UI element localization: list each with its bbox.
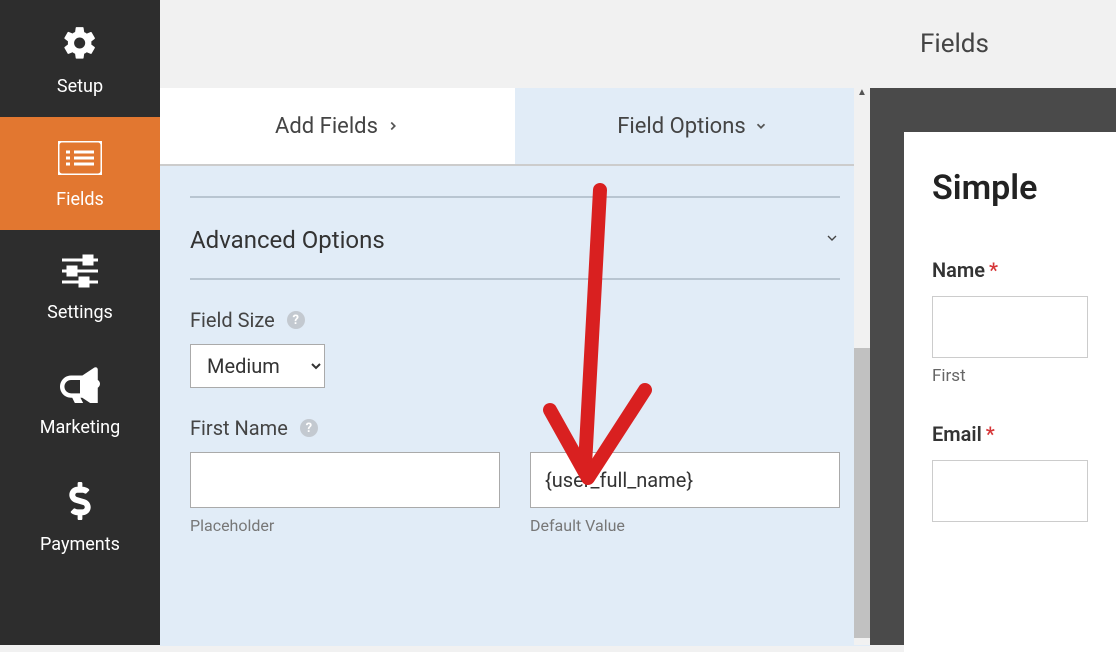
tab-label: Add Fields xyxy=(275,114,378,139)
sublabel-default: Default Value xyxy=(530,516,840,535)
section-title: Advanced Options xyxy=(190,226,385,254)
preview-header: Fields xyxy=(870,0,1116,88)
list-icon xyxy=(58,141,102,179)
required-asterisk: * xyxy=(989,258,998,282)
sidebar-item-marketing[interactable]: Marketing xyxy=(0,343,160,458)
first-name-placeholder-input[interactable] xyxy=(190,452,500,508)
advanced-options-header[interactable]: Advanced Options xyxy=(190,226,840,280)
name-input-preview[interactable] xyxy=(932,296,1088,358)
email-label: Email xyxy=(932,422,982,446)
email-input-preview[interactable] xyxy=(932,460,1088,522)
scrollbar[interactable]: ▲ xyxy=(854,88,870,645)
preview-name-field: Name* First xyxy=(932,258,1088,386)
tab-field-options[interactable]: Field Options xyxy=(515,88,870,164)
sidebar-label: Payments xyxy=(40,534,120,555)
scrollbar-thumb[interactable] xyxy=(854,348,870,638)
sidebar-item-settings[interactable]: Settings xyxy=(0,230,160,343)
help-icon[interactable]: ? xyxy=(287,311,305,329)
sidebar-item-setup[interactable]: Setup xyxy=(0,0,160,117)
sliders-icon xyxy=(60,254,100,292)
field-size-row: Field Size ? Medium xyxy=(190,308,840,388)
sidebar-label: Marketing xyxy=(40,417,120,438)
chevron-down-icon xyxy=(754,114,768,139)
preview-panel: Fields Simple Name* First Email* xyxy=(870,0,1116,645)
sidebar-label: Setup xyxy=(57,76,103,97)
dollar-icon xyxy=(68,482,92,524)
first-name-default-input[interactable] xyxy=(530,452,840,508)
builder-sidebar: Setup Fields Settings Marketing Payments xyxy=(0,0,160,645)
first-name-label: First Name xyxy=(190,416,288,440)
scroll-up-icon[interactable]: ▲ xyxy=(856,88,868,100)
divider xyxy=(190,196,840,198)
form-title: Simple xyxy=(932,168,1088,208)
form-preview: Simple Name* First Email* xyxy=(904,132,1116,652)
chevron-down-icon xyxy=(824,230,840,250)
required-asterisk: * xyxy=(986,422,995,446)
field-size-select[interactable]: Medium xyxy=(190,344,325,388)
sublabel-placeholder: Placeholder xyxy=(190,516,500,535)
sidebar-item-payments[interactable]: Payments xyxy=(0,458,160,575)
chevron-right-icon xyxy=(386,114,400,139)
field-tabs: Add Fields Field Options xyxy=(160,88,870,166)
sidebar-label: Fields xyxy=(56,189,104,210)
field-size-label: Field Size xyxy=(190,308,275,332)
tab-add-fields[interactable]: Add Fields xyxy=(160,88,515,164)
help-icon[interactable]: ? xyxy=(300,419,318,437)
gear-icon xyxy=(61,24,99,66)
first-name-row: First Name ? Placeholder Default Value xyxy=(190,416,840,535)
sidebar-item-fields[interactable]: Fields xyxy=(0,117,160,230)
name-label: Name xyxy=(932,258,985,282)
tab-label: Field Options xyxy=(617,114,745,139)
sidebar-label: Settings xyxy=(47,302,113,323)
preview-email-field: Email* xyxy=(932,422,1088,522)
bullhorn-icon xyxy=(60,367,100,407)
name-sublabel: First xyxy=(932,366,1088,386)
options-panel: Add Fields Field Options Advanced Option… xyxy=(160,0,870,645)
